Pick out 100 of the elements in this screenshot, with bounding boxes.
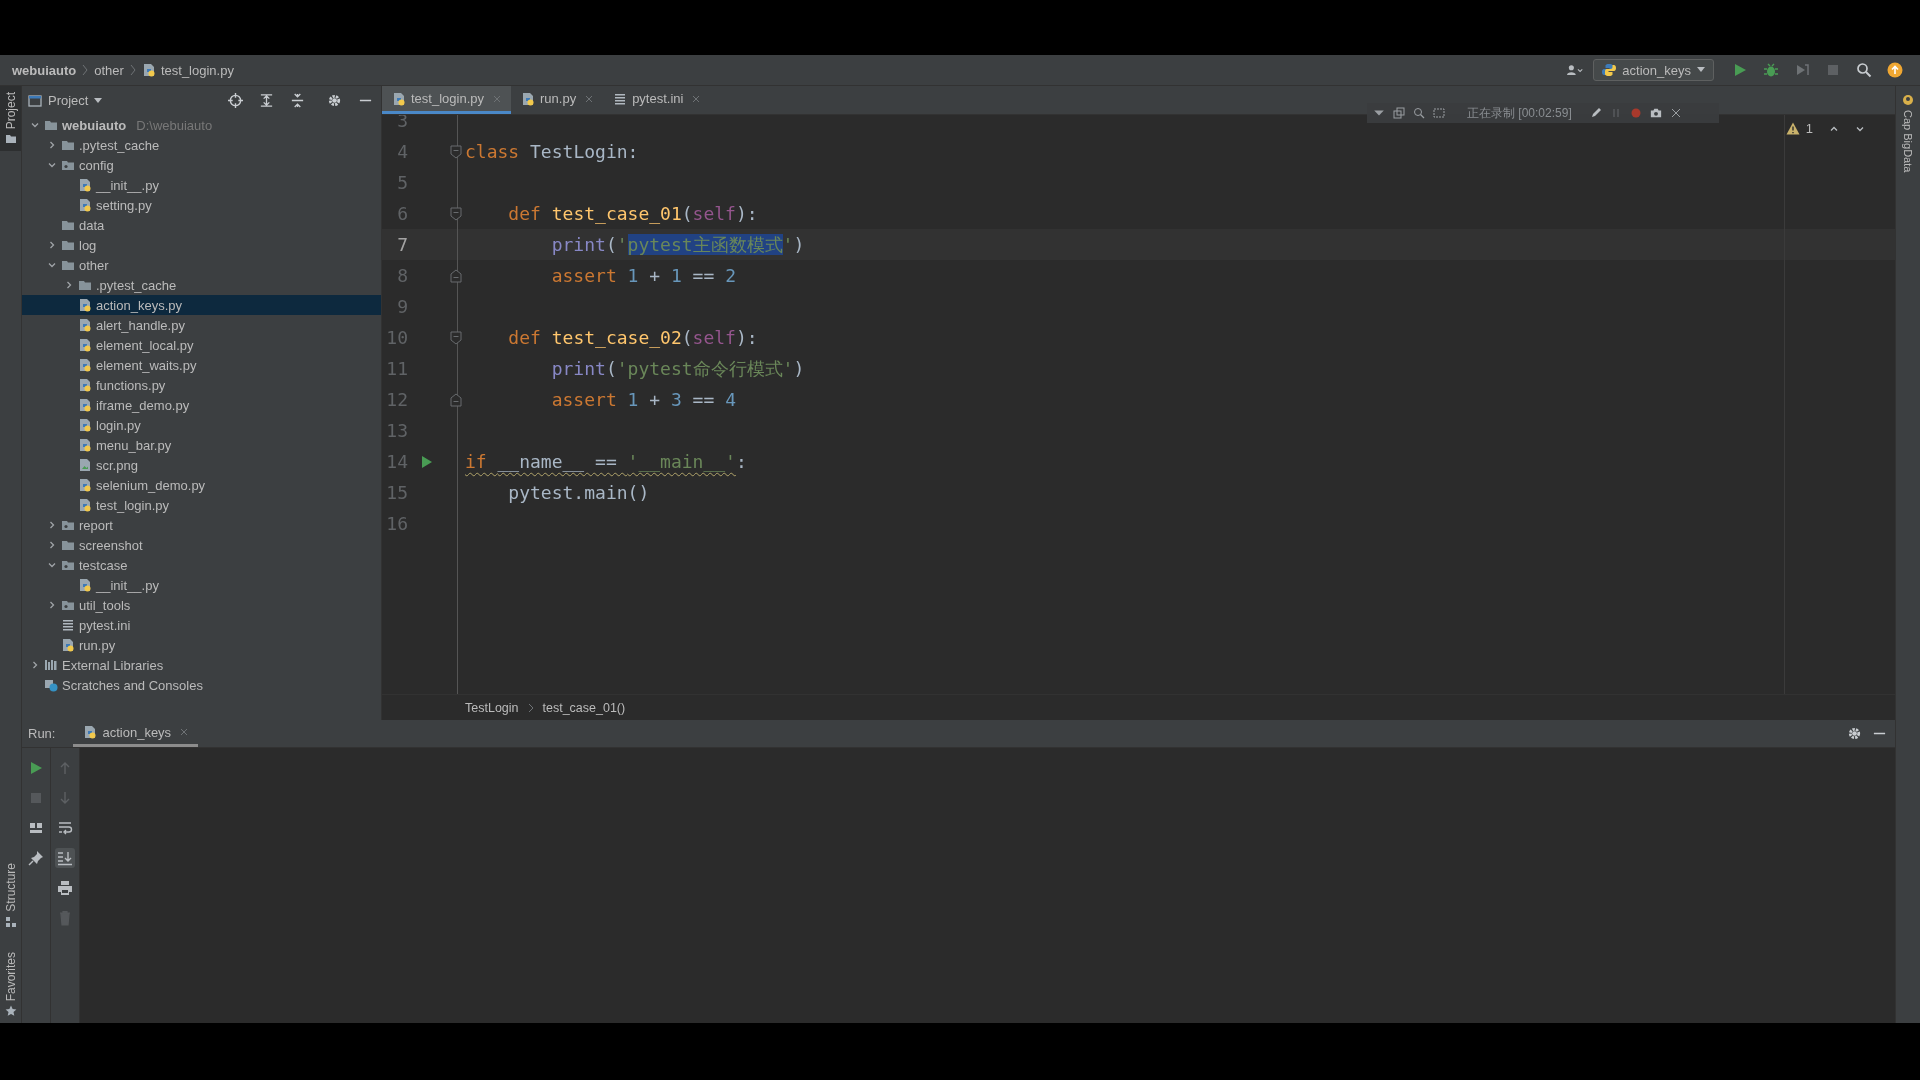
- tree-item[interactable]: test_login.py: [22, 495, 381, 515]
- bug-icon[interactable]: [1763, 62, 1779, 78]
- run-icon[interactable]: [1732, 62, 1748, 78]
- run-icon[interactable]: [421, 454, 433, 469]
- fold-icon[interactable]: [450, 268, 462, 283]
- chevron-right-icon[interactable]: [64, 280, 74, 290]
- close-icon[interactable]: [585, 94, 594, 103]
- editor-tab[interactable]: test_login.py: [382, 86, 511, 114]
- tree-item[interactable]: data: [22, 215, 381, 235]
- chevron-right-icon[interactable]: [47, 520, 57, 530]
- editor-tab[interactable]: pytest.ini: [603, 86, 711, 114]
- chevron-right-icon[interactable]: [47, 540, 57, 550]
- close-icon[interactable]: [692, 94, 701, 103]
- dropdown-arrow-icon[interactable]: [94, 97, 103, 104]
- folder-icon: [61, 598, 75, 612]
- chevron-down-icon[interactable]: [47, 160, 57, 170]
- crosshair-icon[interactable]: [228, 93, 243, 108]
- close-icon[interactable]: [180, 728, 189, 736]
- chevron-right-icon[interactable]: [30, 660, 40, 670]
- search-icon[interactable]: [1856, 62, 1872, 78]
- close-icon[interactable]: [1669, 107, 1682, 119]
- tool-window-tab[interactable]: Project: [0, 86, 21, 152]
- tree-item[interactable]: login.py: [22, 415, 381, 435]
- pin-icon[interactable]: [26, 848, 46, 868]
- zoom-icon[interactable]: [1413, 107, 1425, 119]
- recording-status: 正在录制 [00:02:59]: [1467, 104, 1572, 122]
- python-file-icon: [78, 578, 92, 592]
- fold-icon[interactable]: [450, 144, 462, 159]
- chevron-down-icon[interactable]: [47, 260, 57, 270]
- breadcrumb-item[interactable]: test_login.py: [160, 62, 234, 78]
- tree-item[interactable]: setting.py: [22, 195, 381, 215]
- tree-item[interactable]: webuiauto D:\webuiauto: [22, 115, 381, 135]
- chevron-down-icon[interactable]: [47, 560, 57, 570]
- folder-icon: [61, 238, 75, 252]
- scroll-to-end-icon[interactable]: [55, 848, 75, 868]
- editor-tab[interactable]: run.py: [511, 86, 604, 114]
- tree-item[interactable]: other: [22, 255, 381, 275]
- camera-icon[interactable]: [1649, 107, 1662, 119]
- tree-item[interactable]: iframe_demo.py: [22, 395, 381, 415]
- tool-window-tab[interactable]: Structure: [0, 856, 21, 934]
- text-file-icon: [613, 91, 628, 106]
- tree-item[interactable]: testcase: [22, 555, 381, 575]
- tool-window-tab[interactable]: Favorites: [0, 945, 21, 1023]
- tree-item[interactable]: __init__.py: [22, 175, 381, 195]
- tree-item[interactable]: pytest.ini: [22, 615, 381, 635]
- plugin-icon: [1902, 94, 1914, 106]
- pen-icon[interactable]: [1589, 107, 1602, 119]
- tree-item[interactable]: __init__.py: [22, 575, 381, 595]
- breadcrumb-item[interactable]: webuiauto: [12, 62, 77, 78]
- tree-item[interactable]: screenshot: [22, 535, 381, 555]
- star-icon: [4, 1005, 17, 1017]
- python-file-icon: [78, 398, 92, 412]
- tree-item[interactable]: element_waits.py: [22, 355, 381, 375]
- warning-icon[interactable]: [1785, 122, 1800, 135]
- chevron-right-icon: [128, 63, 137, 77]
- settings-icon[interactable]: [1847, 726, 1862, 741]
- fold-icon[interactable]: [450, 206, 462, 221]
- fold-icon[interactable]: [450, 330, 462, 345]
- tree-item[interactable]: .pytest_cache: [22, 275, 381, 295]
- user-icon[interactable]: [1567, 62, 1584, 78]
- tree-item[interactable]: config: [22, 155, 381, 175]
- tree-item[interactable]: menu_bar.py: [22, 435, 381, 455]
- print-icon[interactable]: [55, 878, 75, 898]
- tree-item[interactable]: Scratches and Consoles: [22, 675, 381, 695]
- tree-item[interactable]: element_local.py: [22, 335, 381, 355]
- collapse-all-icon[interactable]: [290, 93, 305, 108]
- tool-window-tab[interactable]: Cap BigData: [1902, 94, 1914, 173]
- update-icon[interactable]: [1887, 62, 1903, 78]
- tree-item[interactable]: functions.py: [22, 375, 381, 395]
- chevron-right-icon[interactable]: [47, 240, 57, 250]
- tree-item[interactable]: run.py: [22, 635, 381, 655]
- chevron-down-icon[interactable]: [30, 120, 40, 130]
- breadcrumb-item[interactable]: TestLogin: [465, 700, 519, 715]
- project-view-dropdown[interactable]: Project: [48, 93, 89, 108]
- warning-count[interactable]: 1: [1805, 121, 1813, 136]
- breadcrumb-item[interactable]: test_case_01(): [542, 700, 626, 715]
- tree-item[interactable]: alert_handle.py: [22, 315, 381, 335]
- code-line: def test_case_01(self):: [507, 203, 758, 224]
- tree-item[interactable]: log: [22, 235, 381, 255]
- line-number: 10: [385, 327, 408, 348]
- tree-item[interactable]: .pytest_cache: [22, 135, 381, 155]
- chevron-right-icon[interactable]: [47, 140, 57, 150]
- tree-item[interactable]: action_keys.py: [22, 295, 381, 315]
- tree-item[interactable]: selenium_demo.py: [22, 475, 381, 495]
- folder-icon: [61, 218, 75, 232]
- tree-item[interactable]: scr.png: [22, 455, 381, 475]
- chevron-right-icon[interactable]: [47, 600, 57, 610]
- image-file-icon: [78, 458, 92, 472]
- settings-icon[interactable]: [327, 93, 342, 108]
- windows-icon[interactable]: [1393, 107, 1405, 119]
- run-configuration-dropdown[interactable]: action_keys: [1593, 59, 1714, 81]
- project-path: D:\webuiauto: [136, 117, 213, 133]
- tree-item[interactable]: report: [22, 515, 381, 535]
- tree-item[interactable]: External Libraries: [22, 655, 381, 675]
- region-icon[interactable]: [1433, 107, 1445, 119]
- expand-all-icon[interactable]: [259, 93, 274, 108]
- tree-item[interactable]: util_tools: [22, 595, 381, 615]
- fold-icon[interactable]: [450, 392, 462, 407]
- breadcrumb-item[interactable]: other: [94, 62, 124, 78]
- python-file-icon: [521, 91, 535, 106]
